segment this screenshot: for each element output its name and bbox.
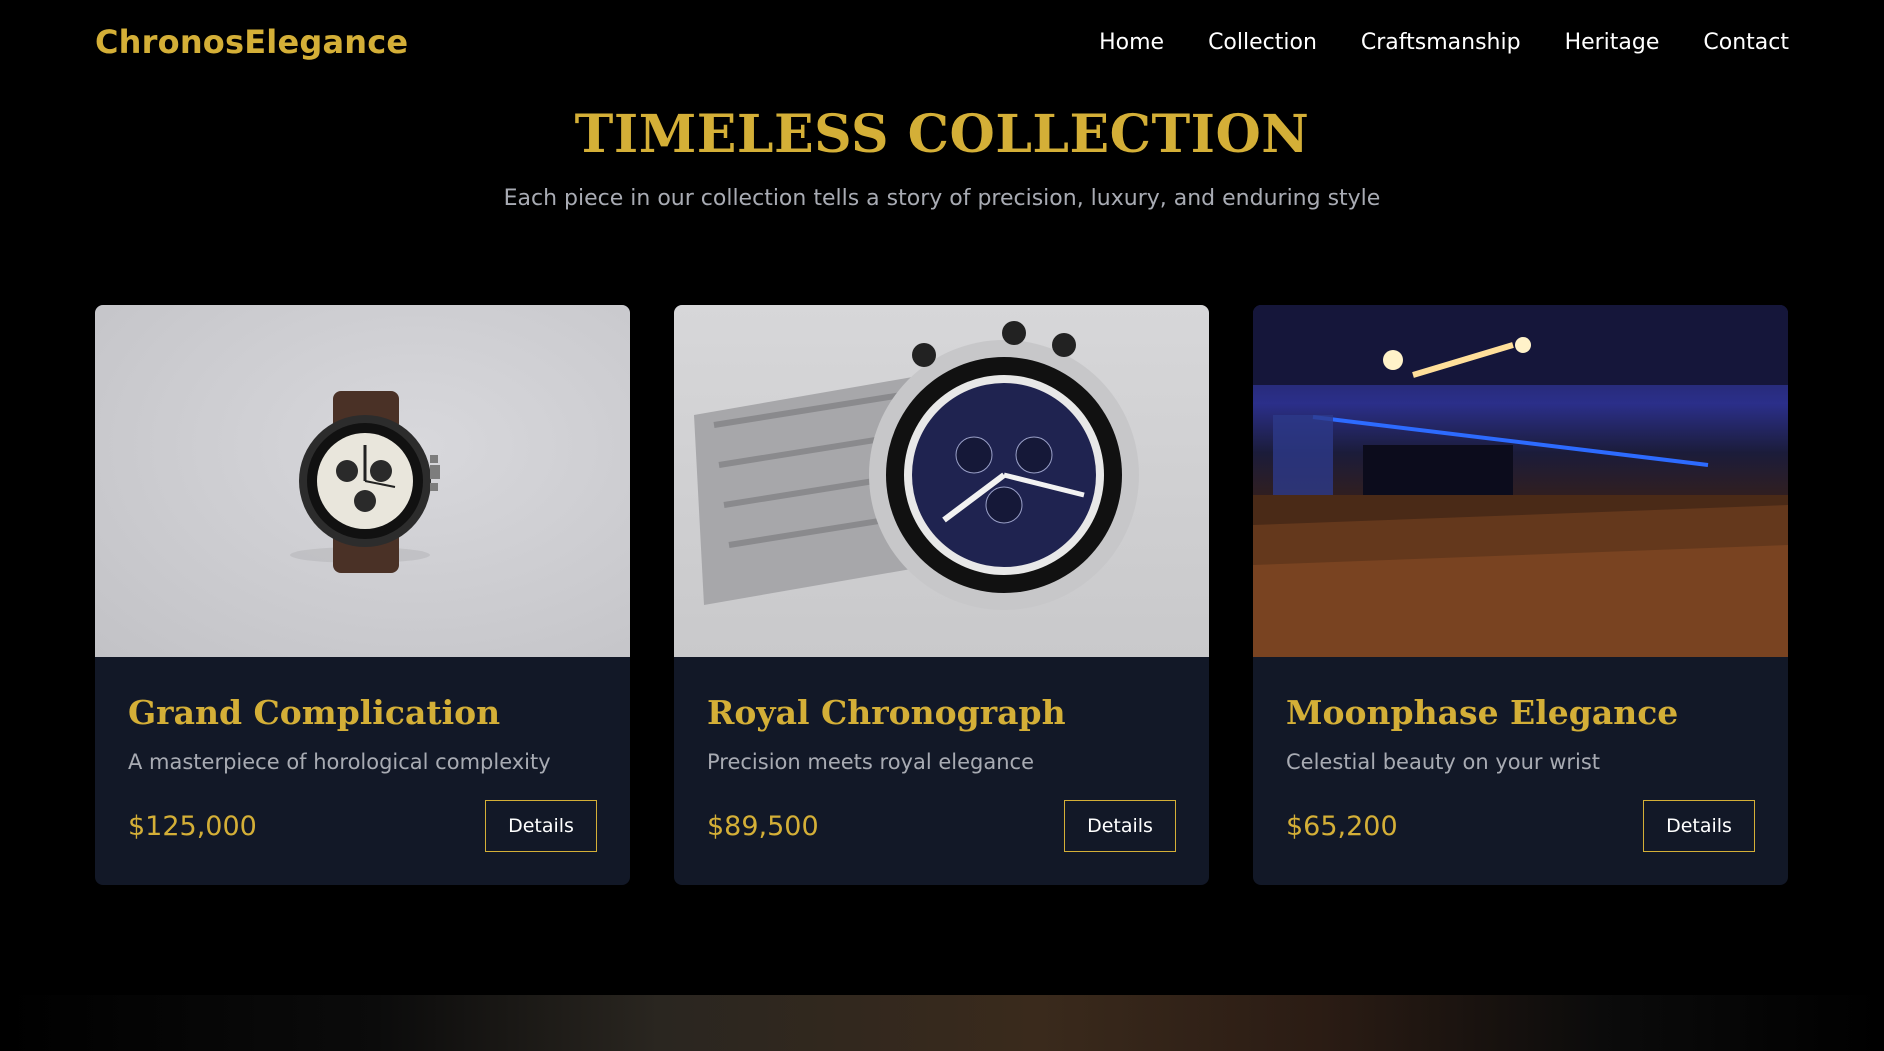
product-price: $89,500	[707, 810, 819, 842]
details-button[interactable]: Details	[1643, 800, 1755, 852]
product-description: Precision meets royal elegance	[707, 750, 1034, 774]
product-description: A masterpiece of horological complexity	[128, 750, 551, 774]
product-price: $65,200	[1286, 810, 1398, 842]
nav-link-craftsmanship[interactable]: Craftsmanship	[1361, 30, 1521, 55]
product-card: Grand Complication A masterpiece of horo…	[95, 305, 630, 885]
product-card-body: Moonphase Elegance Celestial beauty on y…	[1253, 657, 1788, 885]
next-section-background-image	[0, 995, 1884, 1051]
product-title: Moonphase Elegance	[1286, 693, 1679, 732]
details-button[interactable]: Details	[485, 800, 597, 852]
product-footer: $65,200 Details	[1286, 800, 1755, 852]
watch-illustration	[290, 391, 440, 573]
concert-hall-image	[1253, 305, 1788, 657]
details-button[interactable]: Details	[1064, 800, 1176, 852]
steel-chronograph-image	[674, 305, 1209, 657]
product-footer: $89,500 Details	[707, 800, 1176, 852]
product-grid: Grand Complication A masterpiece of horo…	[95, 305, 1789, 885]
nav-link-heritage[interactable]: Heritage	[1565, 30, 1660, 55]
product-card-body: Grand Complication A masterpiece of horo…	[95, 657, 630, 885]
nav-link-contact[interactable]: Contact	[1703, 30, 1789, 55]
concert-hall-illustration	[1253, 305, 1788, 657]
watch-leather-strap-image	[95, 305, 630, 657]
product-card: Royal Chronograph Precision meets royal …	[674, 305, 1209, 885]
nav-menu: Home Collection Craftsmanship Heritage C…	[1099, 30, 1789, 55]
product-footer: $125,000 Details	[128, 800, 597, 852]
nav-link-home[interactable]: Home	[1099, 30, 1164, 55]
top-navigation: ChronosElegance Home Collection Craftsma…	[0, 0, 1884, 84]
page-title: TIMELESS COLLECTION	[574, 104, 1310, 165]
watch-illustration	[694, 321, 1139, 610]
page-subtitle: Each piece in our collection tells a sto…	[503, 186, 1381, 211]
product-title: Grand Complication	[128, 693, 501, 732]
brand-logo[interactable]: ChronosElegance	[95, 23, 408, 61]
product-description: Celestial beauty on your wrist	[1286, 750, 1601, 774]
nav-link-collection[interactable]: Collection	[1208, 30, 1317, 55]
product-price: $125,000	[128, 810, 257, 842]
product-card-body: Royal Chronograph Precision meets royal …	[674, 657, 1209, 885]
product-card: Moonphase Elegance Celestial beauty on y…	[1253, 305, 1788, 885]
product-title: Royal Chronograph	[707, 693, 1066, 732]
